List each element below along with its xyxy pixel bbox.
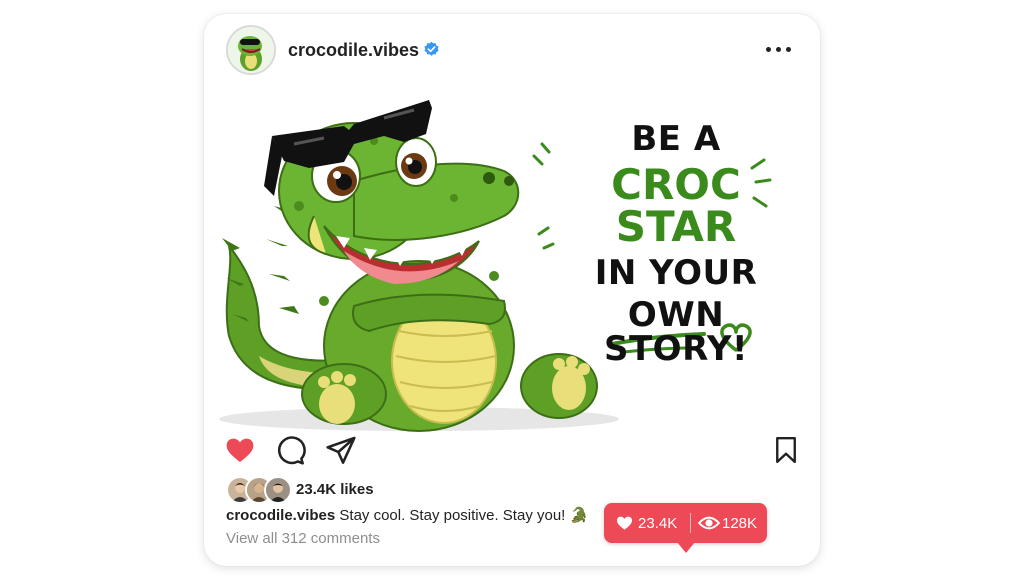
view-comments-link[interactable]: View all 312 comments xyxy=(226,530,380,547)
heart-icon xyxy=(617,516,632,530)
profile-avatar[interactable] xyxy=(226,25,276,75)
send-icon[interactable] xyxy=(325,434,357,466)
bookmark-icon[interactable] xyxy=(771,434,801,466)
verified-badge-icon xyxy=(424,41,439,56)
more-options-icon[interactable] xyxy=(766,47,791,52)
headline-line-4: OWN STORY! xyxy=(603,295,749,369)
eye-icon xyxy=(698,516,720,530)
headline-line-1: BE A xyxy=(631,119,721,159)
notification-views-count: 128K xyxy=(722,515,758,532)
post-card: crocodile.vibes BE A CROC STAR IN YOUR O… xyxy=(204,14,820,566)
headline-line-3: IN YOUR xyxy=(594,253,758,293)
croc-avatar-icon xyxy=(228,27,274,73)
notification-tail xyxy=(677,542,695,553)
activity-notification[interactable]: 23.4K 128K xyxy=(604,503,767,543)
notification-likes-count: 23.4K xyxy=(638,515,678,532)
caption-text: Stay cool. Stay positive. Stay you! 🐊 xyxy=(339,507,589,524)
heart-icon[interactable] xyxy=(223,434,257,466)
action-bar xyxy=(204,434,820,474)
likes-count[interactable]: 23.4K likes xyxy=(296,481,374,498)
comment-icon[interactable] xyxy=(274,434,306,466)
username[interactable]: crocodile.vibes xyxy=(288,40,419,61)
liker-avatar xyxy=(264,476,292,504)
post-caption: crocodile.vibes Stay cool. Stay positive… xyxy=(226,506,588,524)
headline-line-2: CROC STAR xyxy=(611,160,741,251)
post-headline: BE A CROC STAR IN YOUR OWN STORY! xyxy=(556,122,796,374)
likes-row[interactable]: 23.4K likes xyxy=(226,474,526,504)
caption-username[interactable]: crocodile.vibes xyxy=(226,507,335,524)
post-header: crocodile.vibes xyxy=(204,14,820,86)
notification-divider xyxy=(690,513,691,533)
